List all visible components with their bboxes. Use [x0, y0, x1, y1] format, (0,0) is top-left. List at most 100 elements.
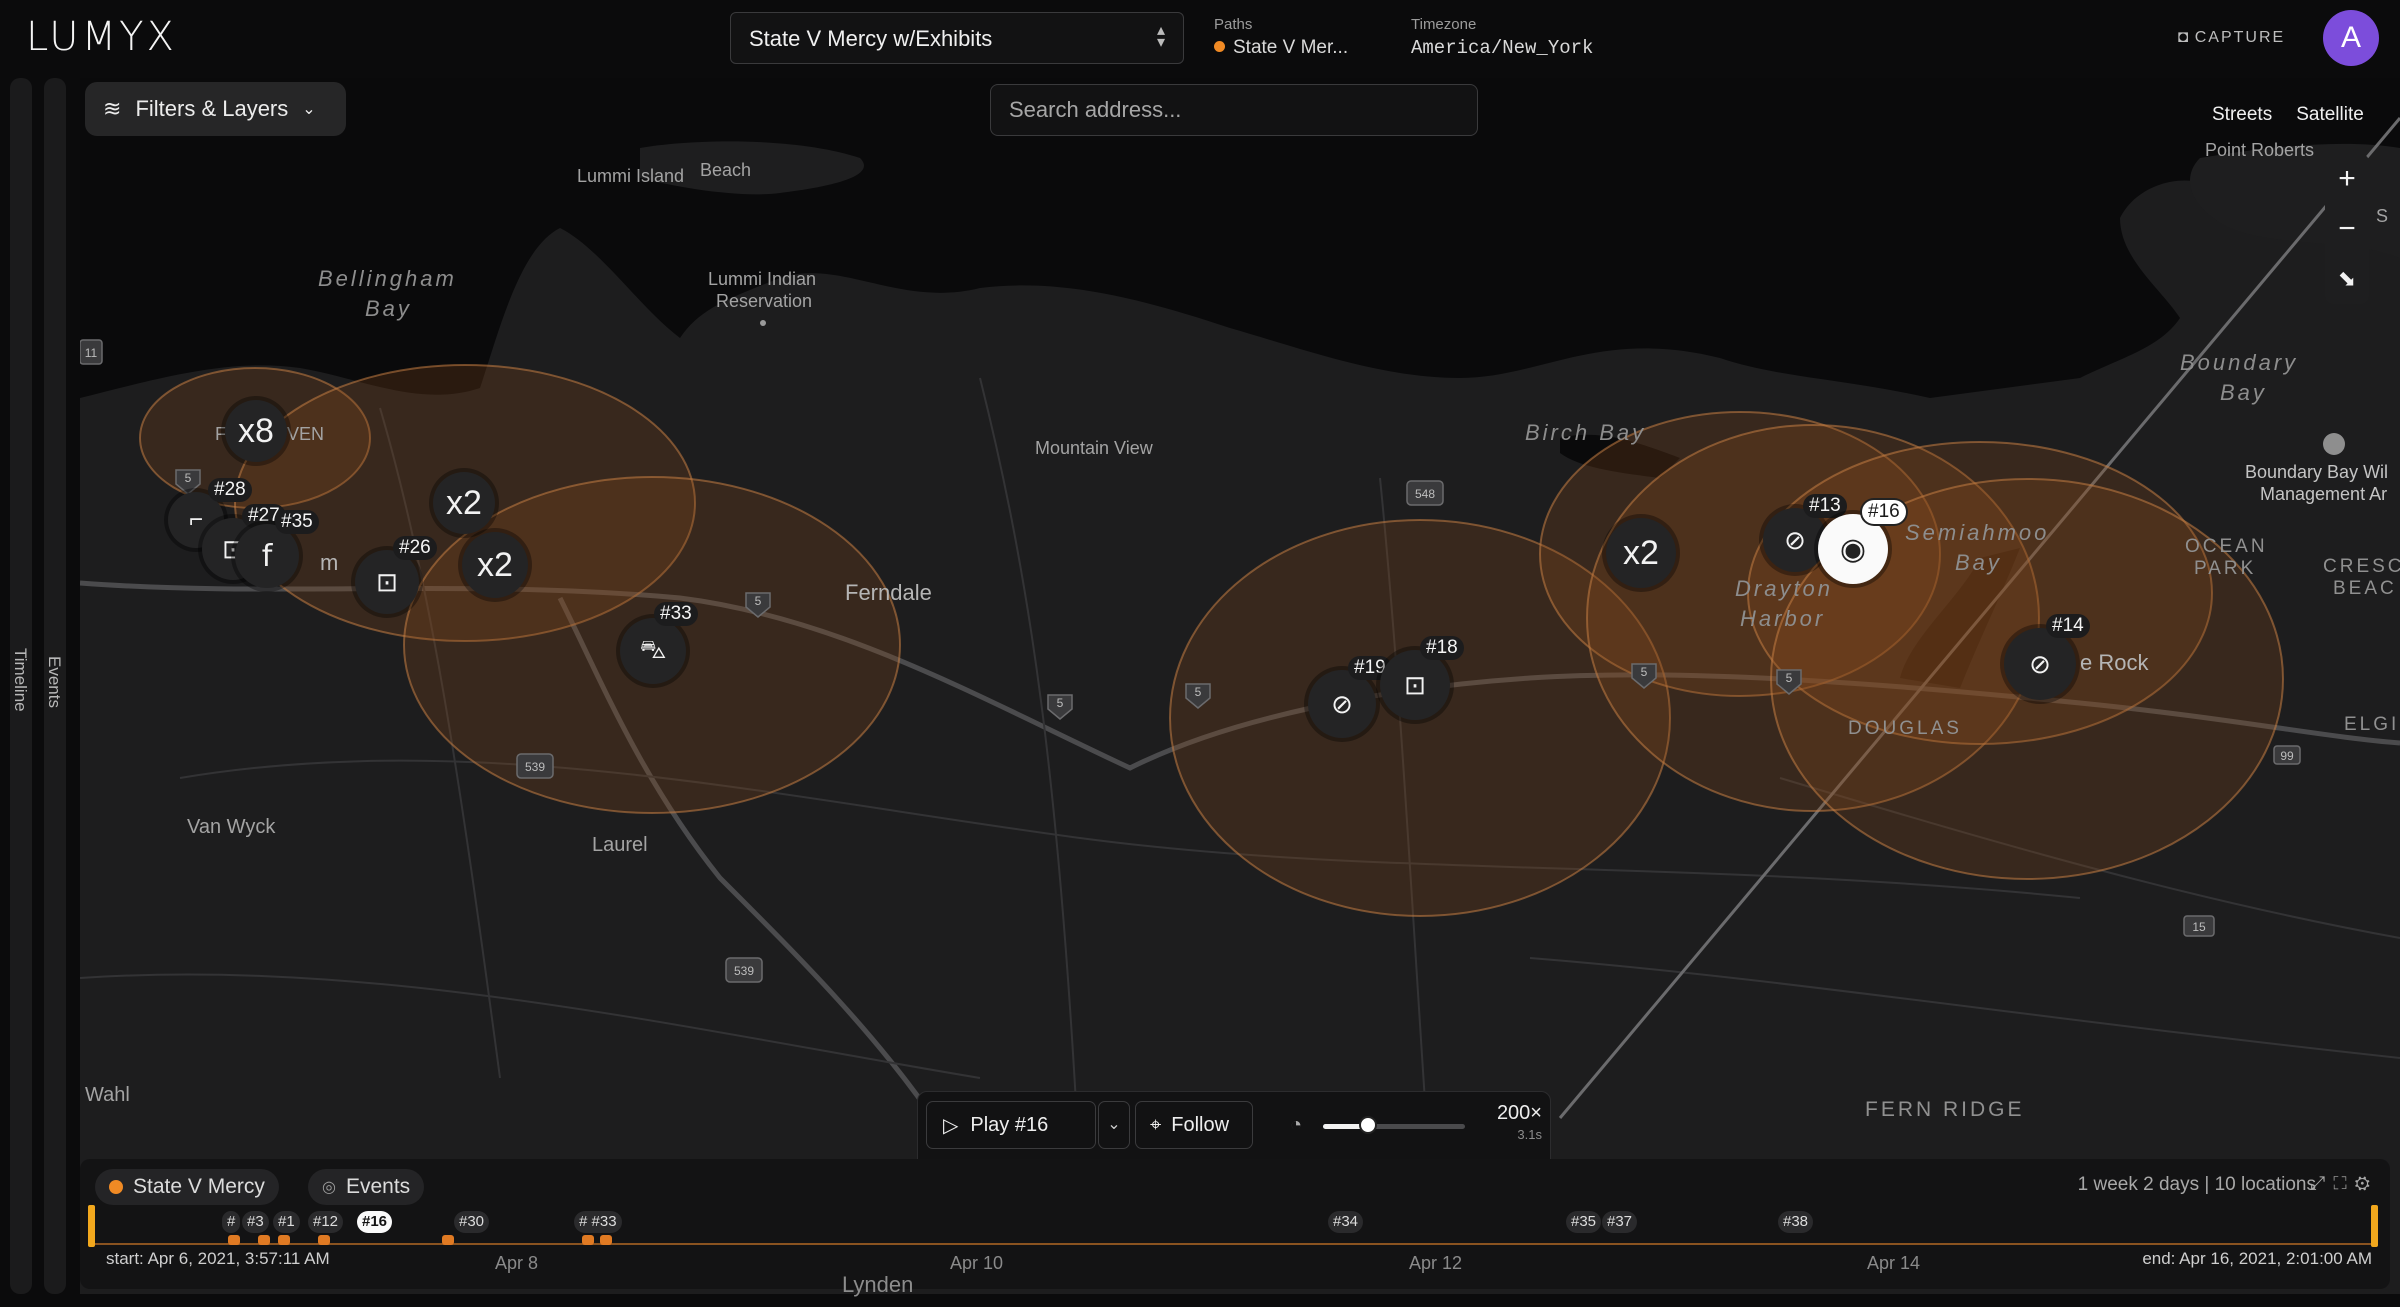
app-logo[interactable]: LUMYX — [26, 14, 177, 60]
timeline-rail-label: Timeline — [11, 648, 30, 712]
speed-readout: 200× 3.1s — [1497, 1102, 1542, 1142]
map-marker-19[interactable]: ⊘ #19 — [1308, 656, 1392, 738]
path-chip[interactable]: State V Mercy — [95, 1169, 279, 1205]
filters-layers-label: Filters & Layers — [135, 96, 289, 121]
timeline-track[interactable] — [92, 1243, 2376, 1245]
marker-label: #33 — [654, 602, 698, 626]
speed-slider[interactable] — [1323, 1116, 1465, 1134]
timeline-event-tick — [442, 1235, 454, 1245]
path-chip-label: State V Mercy — [133, 1175, 265, 1198]
paths-value: State V Mer... — [1233, 37, 1349, 58]
map-marker-35[interactable]: f #35 — [235, 510, 319, 588]
timeline-pill-selected[interactable]: #16 — [357, 1211, 393, 1233]
route-shield-label: 5 — [185, 471, 192, 485]
timeline-pill[interactable]: # — [222, 1211, 241, 1233]
pin-icon: ◎ — [322, 1179, 336, 1196]
map-style-streets[interactable]: Streets — [2200, 100, 2284, 130]
filters-layers-button[interactable]: ≋ Filters & Layers ⌄ — [85, 82, 346, 136]
camera-icon: ◘ — [2178, 27, 2189, 46]
map-label-ocean-park-1: OCEAN — [2185, 536, 2268, 557]
cluster-marker[interactable]: x2 — [433, 472, 495, 534]
timeline-pill[interactable]: #12 — [308, 1211, 344, 1233]
zoom-controls: + − ⬊ — [2325, 154, 2369, 304]
cell-tower-icon: ⊘ — [1784, 524, 1806, 555]
map-marker-33[interactable]: ⛍ #33 — [620, 602, 698, 684]
play-options-dropdown[interactable]: ⌄ — [1098, 1101, 1130, 1149]
timezone-info[interactable]: Timezone America/New_York — [1411, 16, 1593, 59]
timeline-pill[interactable]: #30 — [454, 1211, 490, 1233]
gear-icon[interactable]: ⚙ — [2355, 1173, 2378, 1194]
map-label-bellingham-bay-1: Bellingham — [318, 266, 457, 291]
expand-icon[interactable]: ⤢ — [2310, 1173, 2333, 1194]
path-color-dot — [1214, 41, 1225, 52]
map-label-douglas: DOUGLAS — [1848, 718, 1962, 739]
compass-reset-button[interactable]: ⬊ — [2325, 254, 2369, 304]
timeline-pill[interactable]: #1 — [273, 1211, 300, 1233]
speedometer-icon: ◔ — [1290, 1114, 1303, 1136]
cluster-count: x8 — [238, 411, 274, 450]
path-color-dot — [109, 1180, 123, 1194]
timeline-pill[interactable]: #35 — [1566, 1211, 1602, 1233]
cluster-count: x2 — [446, 483, 482, 522]
camera-icon: ⊡ — [376, 566, 398, 597]
timeline-pill[interactable]: #34 — [1328, 1211, 1364, 1233]
map-style-toggle: Streets Satellite — [2200, 100, 2376, 130]
map-label-fairhaven-right: VEN — [287, 424, 325, 444]
timeline-pill[interactable]: # #33 — [574, 1211, 622, 1233]
map-label-fern-ridge: FERN RIDGE — [1865, 1098, 2025, 1121]
zoom-out-button[interactable]: − — [2325, 204, 2369, 254]
map-label-boundary-bay-2: Bay — [2220, 380, 2267, 405]
map-marker-18[interactable]: ⊡ #18 — [1380, 636, 1464, 720]
timeline-date-label: Apr 8 — [495, 1253, 539, 1273]
route-shield-label: 99 — [2280, 749, 2294, 763]
timeline-pill[interactable]: #3 — [242, 1211, 269, 1233]
marker-label: #14 — [2046, 614, 2090, 638]
marker-label: #16 — [1862, 500, 1906, 524]
map-label-laurel: Laurel — [592, 834, 648, 856]
timeline-event-tick — [258, 1235, 270, 1245]
timeline-end-handle[interactable] — [2371, 1205, 2378, 1247]
events-rail[interactable]: Events — [44, 78, 66, 1294]
fullscreen-icon[interactable]: ⛶ — [2333, 1173, 2354, 1194]
chevron-down-icon: ⌄ — [1107, 1116, 1121, 1133]
map-label-semiahmoo-1: Semiahmoo — [1905, 520, 2050, 545]
capture-button[interactable]: ◘ CAPTURE — [2178, 27, 2285, 47]
follow-button[interactable]: ⌖ Follow — [1135, 1101, 1253, 1149]
route-shield-label: 5 — [1786, 671, 1793, 685]
capture-label: CAPTURE — [2194, 29, 2286, 46]
avatar[interactable]: A — [2323, 10, 2379, 66]
route-shield-label: 548 — [1415, 487, 1435, 501]
timeline-start-handle[interactable] — [88, 1205, 95, 1247]
map-marker-14[interactable]: ⊘ #14 — [2004, 614, 2090, 700]
map-label-ferndale: Ferndale — [845, 580, 932, 605]
map-label-lummi-reservation-1: Lummi Indian — [708, 269, 817, 289]
speed-slider-handle[interactable] — [1359, 1116, 1378, 1134]
zoom-in-button[interactable]: + — [2325, 154, 2369, 204]
timeline-pill[interactable]: #37 — [1602, 1211, 1638, 1233]
case-select[interactable]: State V Mercy w/Exhibits ▴ ▾ — [730, 12, 1184, 64]
paths-label: Paths — [1214, 16, 1253, 33]
cluster-marker[interactable]: x2 — [462, 532, 528, 598]
events-chip[interactable]: ◎ Events — [308, 1169, 425, 1205]
map-style-satellite[interactable]: Satellite — [2284, 100, 2376, 130]
map-marker-16-selected[interactable]: ◉ #16 — [1818, 500, 1906, 584]
map-label-crescent-2: BEAC — [2333, 578, 2397, 599]
map-label-boundary-bay-wildlife-2: Management Ar — [2260, 484, 2388, 504]
map-marker-13[interactable]: ⊘ #13 — [1763, 494, 1847, 572]
timeline-pill[interactable]: #38 — [1778, 1211, 1814, 1233]
paths-info[interactable]: Paths State V Mer... — [1214, 16, 1348, 59]
play-icon: ▷ — [943, 1114, 959, 1137]
cluster-marker[interactable]: x8 — [225, 400, 287, 462]
map-label-lummi-reservation-2: Reservation — [716, 291, 813, 311]
route-shield-label: 11 — [85, 346, 98, 360]
timeline-rail[interactable]: Timeline — [10, 78, 32, 1294]
timeline-panel: State V Mercy ◎ Events 1 week 2 days | 1… — [80, 1159, 2390, 1289]
cluster-marker[interactable]: x2 — [1606, 518, 1676, 588]
search-address-input[interactable] — [990, 84, 1478, 136]
cluster-count: x2 — [477, 545, 513, 584]
map-label-point-roberts: Point Roberts — [2205, 140, 2315, 160]
timeline-event-tick — [582, 1235, 594, 1245]
map-marker-26[interactable]: ⊡ #26 — [355, 536, 437, 614]
route-shield-label: 5 — [1057, 696, 1064, 710]
play-button[interactable]: ▷ Play #16 — [926, 1101, 1096, 1149]
